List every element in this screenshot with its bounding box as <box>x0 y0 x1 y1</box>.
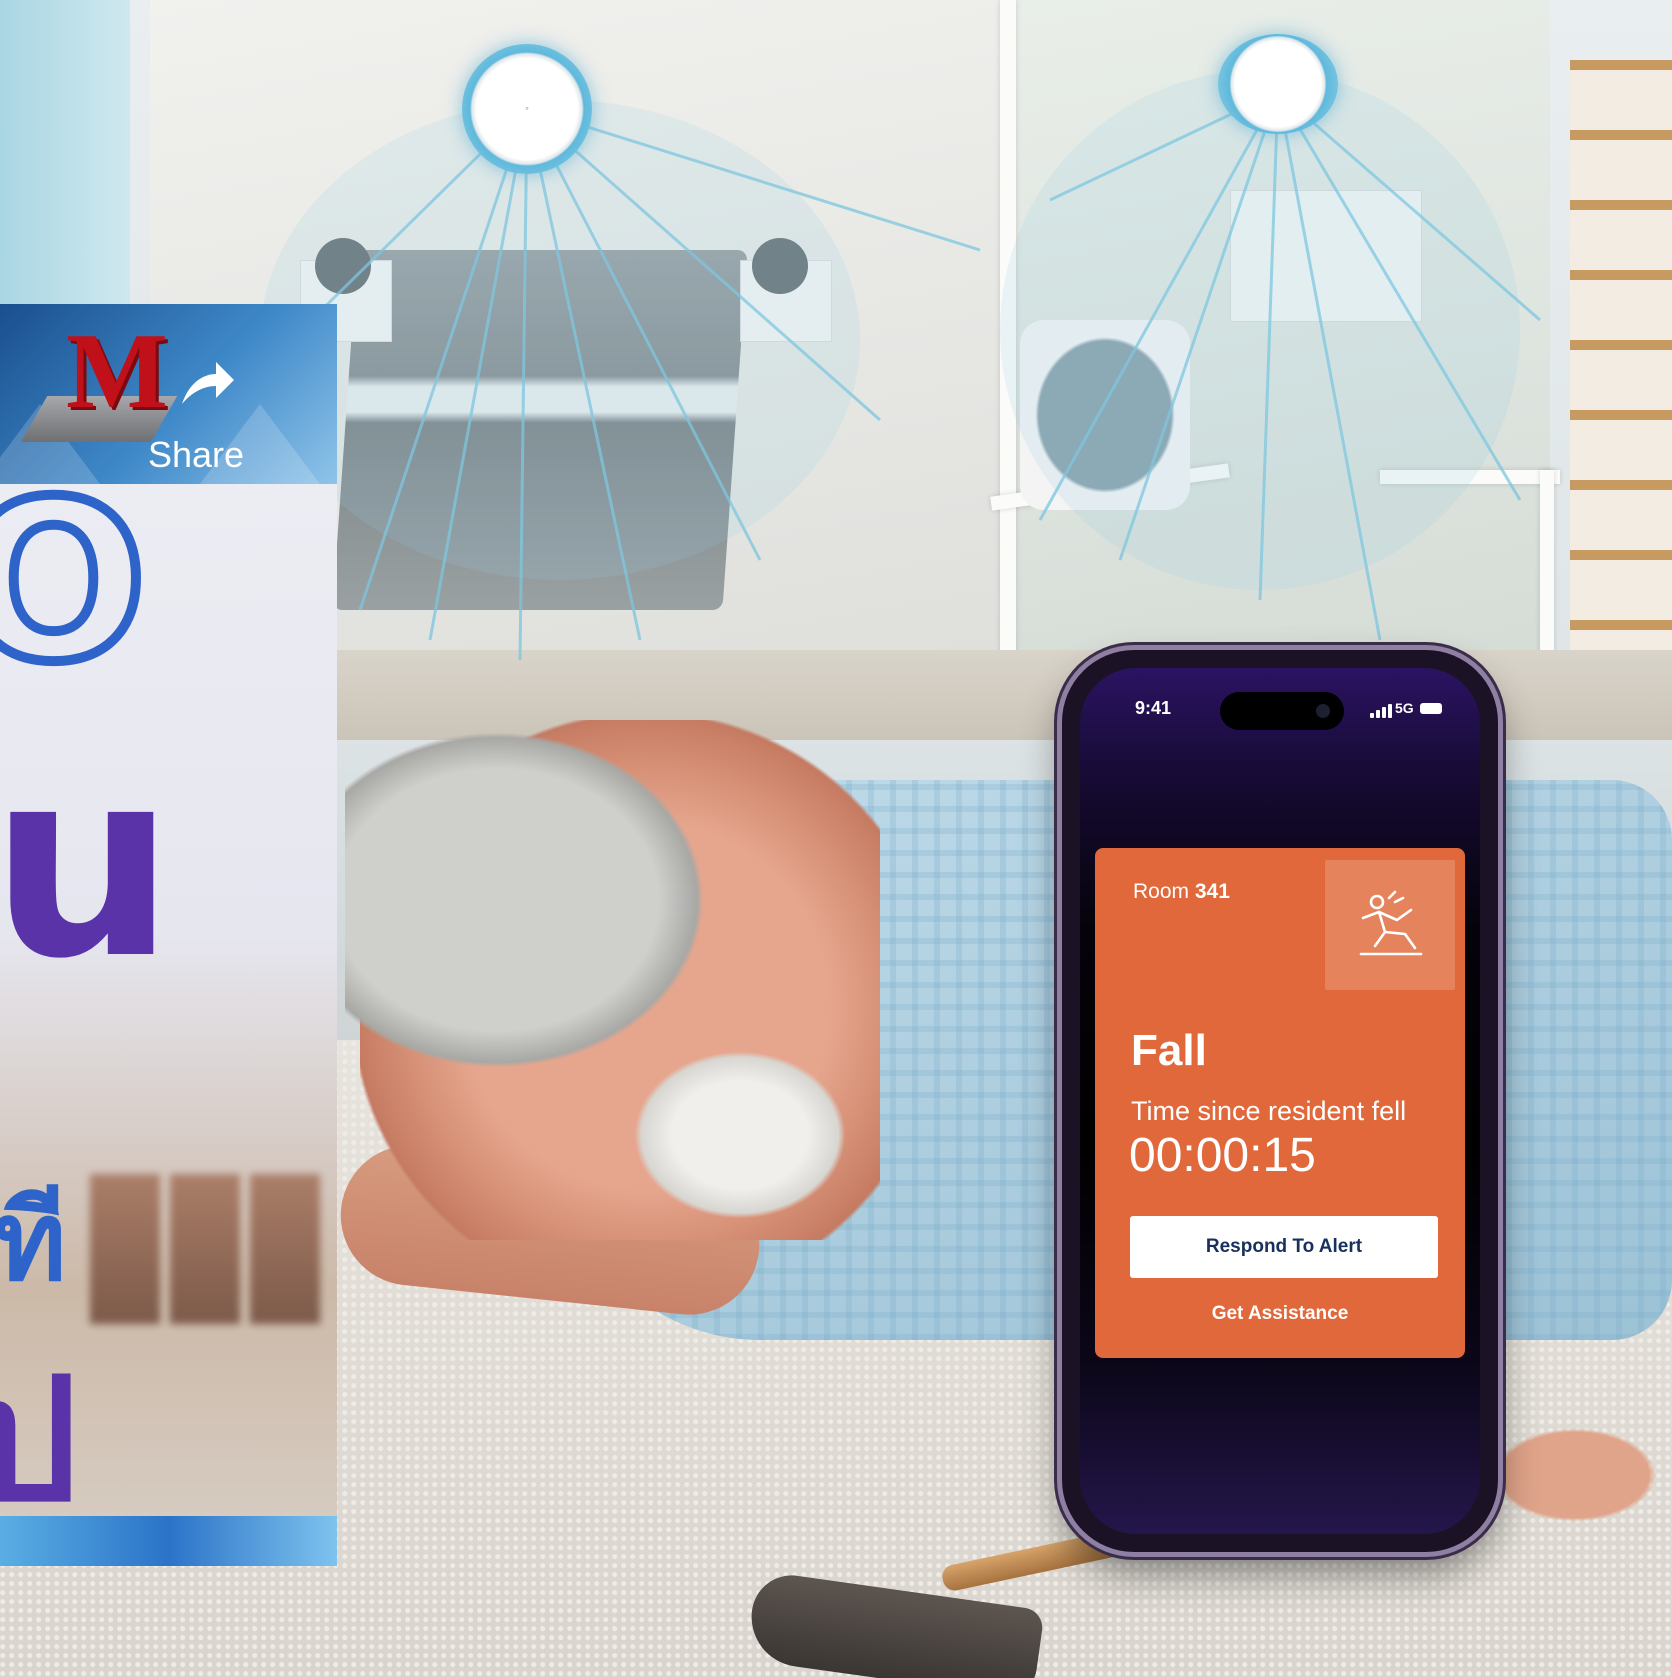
thumbnail-glyph: O <box>0 449 152 715</box>
person-hand <box>1480 1420 1670 1530</box>
thumbnail-glyph: u <box>0 714 176 1016</box>
video-thumbnail: M Share O u ที ป <box>0 304 337 1566</box>
logo-share-text: Share <box>148 434 245 475</box>
room-label-text: Room <box>1133 880 1190 903</box>
mshare-logo: M <box>66 312 168 431</box>
sensor-brand-mark: ◦ <box>525 103 529 115</box>
person-beard <box>620 1040 860 1230</box>
person-hair <box>345 715 725 1085</box>
ceiling-sensor <box>1218 34 1338 134</box>
ceiling-sensor: ◦ <box>462 44 592 174</box>
status-time: 9:41 <box>1135 698 1172 718</box>
person-falling-icon <box>1359 890 1423 956</box>
elapsed-timer: 00:00:15 <box>1129 1129 1316 1182</box>
share-arrow-icon <box>182 362 234 404</box>
room-number: 341 <box>1194 880 1230 903</box>
phone-screen: 9:41 5G Room 341 Fall Time since residen… <box>1080 668 1480 1534</box>
signal-icon <box>1370 704 1392 718</box>
respond-to-alert-button[interactable]: Respond To Alert <box>1130 1216 1438 1278</box>
dynamic-island <box>1220 692 1344 730</box>
smartphone: 9:41 5G Room 341 Fall Time since residen… <box>1062 650 1498 1552</box>
blurred-furniture <box>170 1174 240 1324</box>
battery-icon <box>1420 703 1442 714</box>
fall-icon-tile <box>1325 860 1455 990</box>
alert-title: Fall <box>1131 1026 1207 1075</box>
blurred-furniture <box>90 1174 160 1324</box>
blurred-furniture <box>250 1174 320 1324</box>
alert-subtitle: Time since resident fell <box>1131 1096 1407 1126</box>
thumbnail-glyph: ที <box>0 1177 67 1305</box>
get-assistance-link[interactable]: Get Assistance <box>1095 1303 1465 1325</box>
thumbnail-footer <box>0 1516 337 1566</box>
fall-alert-card: Room 341 Fall Time since resident fell 0… <box>1095 848 1465 1358</box>
camera-icon <box>1316 704 1330 718</box>
room-label: Room 341 <box>1133 880 1230 904</box>
network-label: 5G <box>1395 700 1414 716</box>
